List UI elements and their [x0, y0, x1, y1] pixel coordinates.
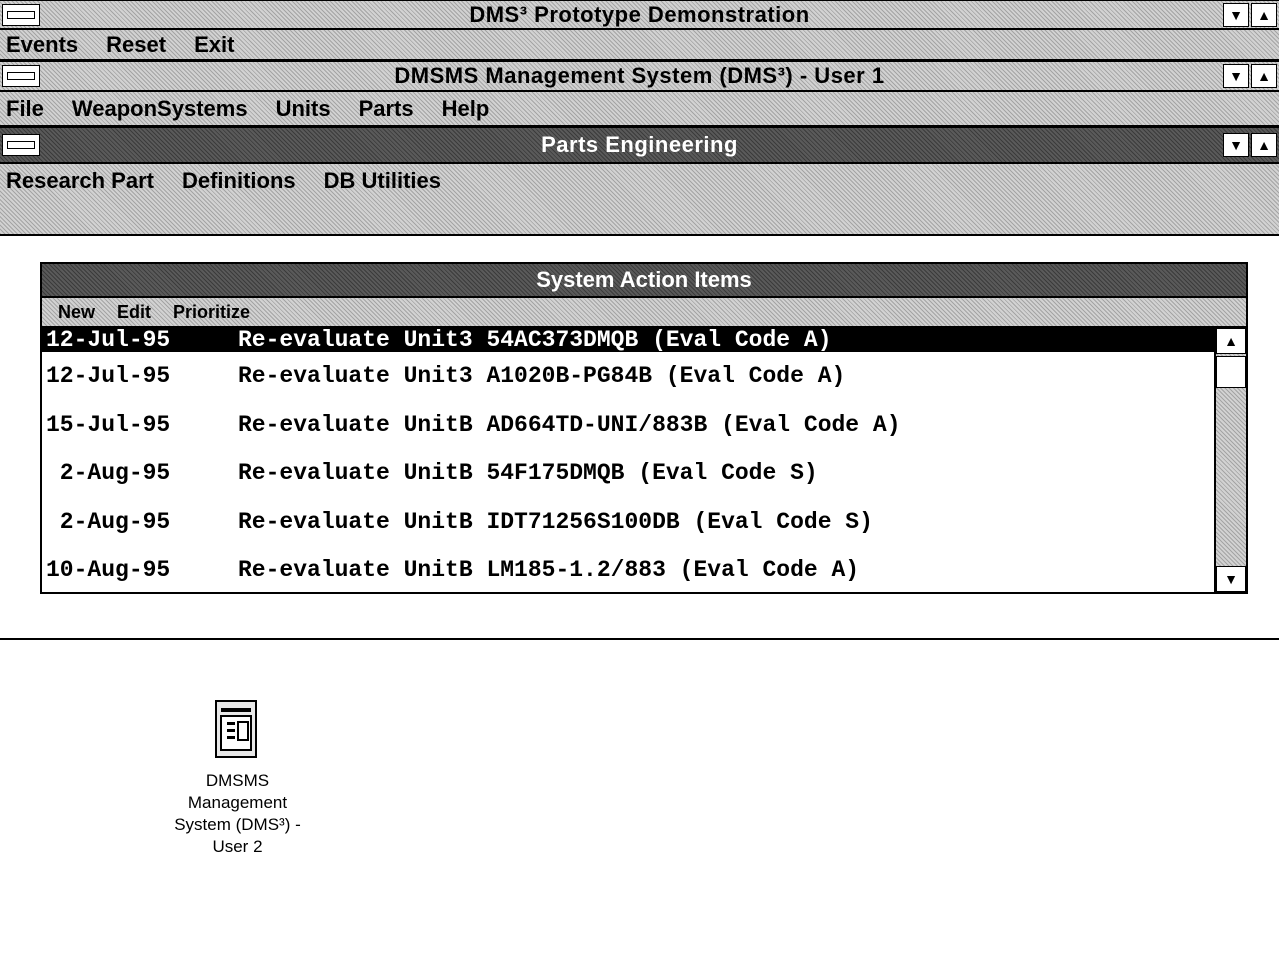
outer-titlebar: DMS³ Prototype Demonstration ▼ ▲ — [0, 0, 1279, 30]
item-date: 15-Jul-95 — [46, 411, 171, 438]
item-text: Re-evaluate UnitB 54F175DMQB (Eval Code … — [238, 460, 818, 487]
dms-menubar: File WeaponSystems Units Parts Help — [0, 92, 1279, 127]
list-item[interactable]: 2-Aug-95 Re-evaluate UnitB 54F175DMQB (Ev… — [42, 449, 1214, 498]
parts-title: Parts Engineering — [541, 132, 738, 157]
sai-menubar: New Edit Prioritize — [42, 298, 1246, 328]
menu-events[interactable]: Events — [6, 32, 78, 58]
menu-db-utilities[interactable]: DB Utilities — [324, 168, 441, 194]
list-item[interactable]: 2-Aug-95 Re-evaluate UnitB IDT71256S100DB… — [42, 498, 1214, 547]
menu-help[interactable]: Help — [442, 96, 490, 122]
list-item[interactable]: 12-Jul-95 Re-evaluate Unit3 A1020B-PG84B … — [42, 352, 1214, 401]
menu-research-part[interactable]: Research Part — [6, 168, 154, 194]
scroll-thumb[interactable] — [1216, 356, 1246, 388]
menu-prioritize[interactable]: Prioritize — [173, 302, 250, 323]
outer-minimize-button[interactable]: ▼ — [1223, 3, 1249, 27]
sai-title: System Action Items — [42, 264, 1246, 298]
menu-new[interactable]: New — [58, 302, 95, 323]
vertical-scrollbar[interactable]: ▲ ▼ — [1214, 328, 1246, 592]
dms-maximize-button[interactable]: ▲ — [1251, 64, 1277, 88]
app-icon-graphic — [220, 708, 252, 751]
application-window-icon[interactable] — [215, 700, 257, 758]
item-date: 10-Aug-95 — [46, 557, 171, 584]
system-action-items-window: System Action Items New Edit Prioritize … — [40, 262, 1248, 594]
parts-minimize-button[interactable]: ▼ — [1223, 133, 1249, 157]
scroll-down-button[interactable]: ▼ — [1216, 566, 1246, 592]
menu-parts[interactable]: Parts — [359, 96, 414, 122]
menu-edit[interactable]: Edit — [117, 302, 151, 323]
outer-title: DMS³ Prototype Demonstration — [469, 1, 810, 27]
menu-units[interactable]: Units — [276, 96, 331, 122]
dms-minimize-button[interactable]: ▼ — [1223, 64, 1249, 88]
list-item[interactable]: 12-Jul-95 Re-evaluate Unit3 54AC373DMQB (… — [42, 328, 1214, 353]
outer-maximize-button[interactable]: ▲ — [1251, 3, 1277, 27]
item-text: Re-evaluate Unit3 54AC373DMQB (Eval Code… — [238, 328, 832, 353]
item-text: Re-evaluate Unit3 A1020B-PG84B (Eval Cod… — [238, 363, 846, 390]
menu-file[interactable]: File — [6, 96, 44, 122]
outer-menubar: Events Reset Exit — [0, 30, 1279, 61]
arrow-down-icon: ▼ — [1224, 571, 1238, 587]
list-item[interactable]: 15-Jul-95 Re-evaluate UnitB AD664TD-UNI/8… — [42, 401, 1214, 450]
parts-maximize-button[interactable]: ▲ — [1251, 133, 1277, 157]
item-date: 12-Jul-95 — [46, 363, 171, 390]
menu-exit[interactable]: Exit — [194, 32, 234, 58]
menu-reset[interactable]: Reset — [106, 32, 166, 58]
parts-titlebar: Parts Engineering ▼ ▲ — [0, 127, 1279, 164]
dms-title: DMSMS Management System (DMS³) - User 1 — [394, 63, 885, 88]
menu-weaponsystems[interactable]: WeaponSystems — [72, 96, 248, 122]
arrow-up-icon: ▲ — [1224, 333, 1238, 349]
item-text: Re-evaluate UnitB AD664TD-UNI/883B (Eval… — [238, 411, 901, 438]
menu-definitions[interactable]: Definitions — [182, 168, 296, 194]
item-date: 2-Aug-95 — [46, 508, 171, 535]
parts-menubar: Research Part Definitions DB Utilities — [0, 164, 1279, 236]
list-item[interactable]: 10-Aug-95 Re-evaluate UnitB LM185-1.2/883… — [42, 546, 1214, 592]
item-text: Re-evaluate UnitB LM185-1.2/883 (Eval Co… — [238, 557, 860, 584]
item-date: 2-Aug-95 — [46, 460, 171, 487]
desktop-icon-label[interactable]: DMSMS Management System (DMS³) - User 2 — [150, 770, 325, 858]
item-date: 12-Jul-95 — [46, 328, 171, 353]
dms-titlebar: DMSMS Management System (DMS³) - User 1 … — [0, 61, 1279, 92]
scroll-up-button[interactable]: ▲ — [1216, 328, 1246, 354]
action-items-list[interactable]: 12-Jul-95 Re-evaluate Unit3 54AC373DMQB (… — [42, 328, 1214, 592]
item-text: Re-evaluate UnitB IDT71256S100DB (Eval C… — [238, 508, 873, 535]
